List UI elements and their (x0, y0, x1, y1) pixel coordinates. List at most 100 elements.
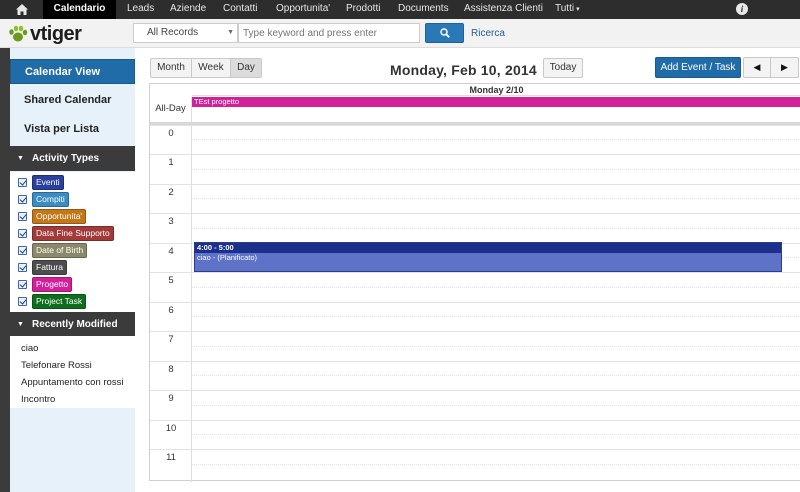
sidebar: Calendar View Shared Calendar Vista per … (10, 48, 135, 492)
all-day-row[interactable]: TEst progetto (192, 97, 800, 123)
checkbox[interactable] (18, 228, 27, 238)
recent-item[interactable]: Appuntamento con rossi (21, 377, 123, 388)
menu-contatti[interactable]: Contatti (223, 0, 257, 19)
activity-type-data-fine-supporto[interactable]: Data Fine Supporto (18, 225, 114, 241)
record-filter-value: All Records (147, 27, 199, 38)
day-column-header: Monday 2/10 (192, 84, 800, 96)
hour-line (150, 125, 800, 126)
activity-tag: Data Fine Supporto (32, 225, 114, 241)
activity-type-eventi[interactable]: Eventi (18, 174, 64, 190)
activity-type-progetto[interactable]: Progetto (18, 276, 73, 292)
hour-line (150, 154, 800, 155)
hour-line (150, 361, 800, 362)
hour-label: 8 (168, 364, 174, 375)
hour-line (150, 390, 800, 391)
sidebar-item-vista-per-lista[interactable]: Vista per Lista (10, 117, 135, 142)
checkbox[interactable] (18, 279, 27, 289)
half-hour-line (192, 228, 800, 229)
menu-aziende[interactable]: Aziende (170, 0, 206, 19)
checkbox[interactable] (18, 177, 27, 187)
all-day-label: All-Day (150, 97, 192, 123)
menu-prodotti[interactable]: Prodotti (346, 0, 380, 19)
sidebar-item-calendar-view[interactable]: Calendar View (10, 59, 135, 84)
search-button[interactable] (425, 23, 464, 43)
half-hour-line (192, 198, 800, 199)
vtiger-logo[interactable]: vtiger (8, 23, 82, 45)
activity-tag: Date of Birth (32, 242, 88, 258)
caret-down-icon: ▾ (576, 6, 580, 13)
hour-line (150, 449, 800, 450)
activity-types-header[interactable]: ▼ Activity Types (10, 146, 135, 171)
activity-type-date-of-birth[interactable]: Date of Birth (18, 242, 88, 258)
view-week-button[interactable]: Week (192, 58, 231, 78)
menu-tutti[interactable]: Tutti ▾ (555, 0, 580, 19)
view-day-button[interactable]: Day (231, 58, 262, 78)
hour-grid[interactable]: 0 1 2 3 4 5 6 7 8 9 10 11 4:00 - 5:00 ci… (150, 125, 800, 482)
hour-label: 5 (168, 275, 174, 286)
activity-tag: Fattura (32, 259, 67, 275)
next-day-button[interactable]: ▶ (771, 57, 799, 78)
checkbox[interactable] (18, 194, 27, 204)
checkbox[interactable] (18, 245, 27, 255)
left-edge-strip (0, 48, 10, 492)
prev-day-button[interactable]: ◀ (743, 57, 771, 78)
hour-line (150, 184, 800, 185)
recent-item[interactable]: Incontro (21, 394, 55, 405)
hour-label: 7 (168, 334, 174, 345)
today-button[interactable]: Today (543, 58, 583, 78)
hour-line (150, 331, 800, 332)
half-hour-line (192, 287, 800, 288)
paw-logo-icon (9, 25, 28, 42)
all-day-event[interactable]: TEst progetto (192, 97, 800, 107)
recently-modified-header[interactable]: ▼ Recently Modified (10, 312, 135, 337)
hour-label: 4 (168, 246, 174, 257)
menu-tutti-label: Tutti (555, 3, 575, 14)
activity-type-opportunita[interactable]: Opportunita' (18, 208, 87, 224)
activity-type-project-task[interactable]: Project Task (18, 293, 87, 309)
record-filter-select[interactable]: All Records ▼ (133, 23, 238, 43)
header-bar: vtiger All Records ▼ Ricerca (0, 19, 800, 48)
sidebar-item-shared-calendar[interactable]: Shared Calendar (10, 88, 135, 113)
half-hour-line (192, 139, 800, 140)
dropdown-arrow-icon: ▼ (227, 29, 234, 36)
search-input[interactable] (238, 23, 420, 43)
event-time: 4:00 - 5:00 (195, 243, 781, 253)
hour-label: 10 (165, 423, 177, 434)
hour-label: 0 (168, 128, 174, 139)
activity-type-fattura[interactable]: Fattura (18, 259, 67, 275)
half-hour-line (192, 375, 800, 376)
hour-label: 3 (168, 216, 174, 227)
recent-item[interactable]: Telefonare Rossi (21, 360, 92, 371)
top-navigation-bar: Calendario Leads Aziende Contatti Opport… (0, 0, 800, 19)
view-month-button[interactable]: Month (150, 58, 192, 78)
hour-label: 2 (168, 187, 174, 198)
advanced-search-link[interactable]: Ricerca (471, 28, 505, 39)
activity-types-list: Eventi Compiti Opportunita' Data Fine Su… (10, 172, 135, 312)
menu-opportunita[interactable]: Opportunita' (276, 0, 330, 19)
half-hour-line (192, 434, 800, 435)
menu-calendario[interactable]: Calendario (43, 0, 116, 19)
recent-item[interactable]: ciao (21, 343, 38, 354)
half-hour-line (192, 405, 800, 406)
current-date-title: Monday, Feb 10, 2014 (390, 62, 537, 78)
checkbox[interactable] (18, 211, 27, 221)
add-event-task-button[interactable]: Add Event / Task (655, 57, 741, 78)
activity-tag: Compiti (32, 191, 69, 207)
checkbox[interactable] (18, 262, 27, 272)
info-icon[interactable]: i (736, 3, 748, 15)
menu-documents[interactable]: Documents (398, 0, 449, 19)
menu-assistenza-clienti[interactable]: Assistenza Clienti (464, 0, 543, 19)
recently-modified-title: Recently Modified (32, 319, 118, 330)
checkbox[interactable] (18, 296, 27, 306)
recently-modified-list: ciao Telefonare Rossi Appuntamento con r… (10, 336, 135, 408)
hour-line (150, 213, 800, 214)
activity-type-compiti[interactable]: Compiti (18, 191, 69, 207)
arrow-left-icon: ◀ (753, 62, 761, 72)
hour-label: 9 (168, 393, 174, 404)
hour-line (150, 420, 800, 421)
home-icon (15, 4, 28, 15)
menu-leads[interactable]: Leads (127, 0, 154, 19)
calendar-event[interactable]: 4:00 - 5:00 ciao - (Planificato) (194, 242, 782, 272)
home-button[interactable] (0, 0, 43, 19)
collapse-triangle-icon: ▼ (17, 321, 24, 328)
